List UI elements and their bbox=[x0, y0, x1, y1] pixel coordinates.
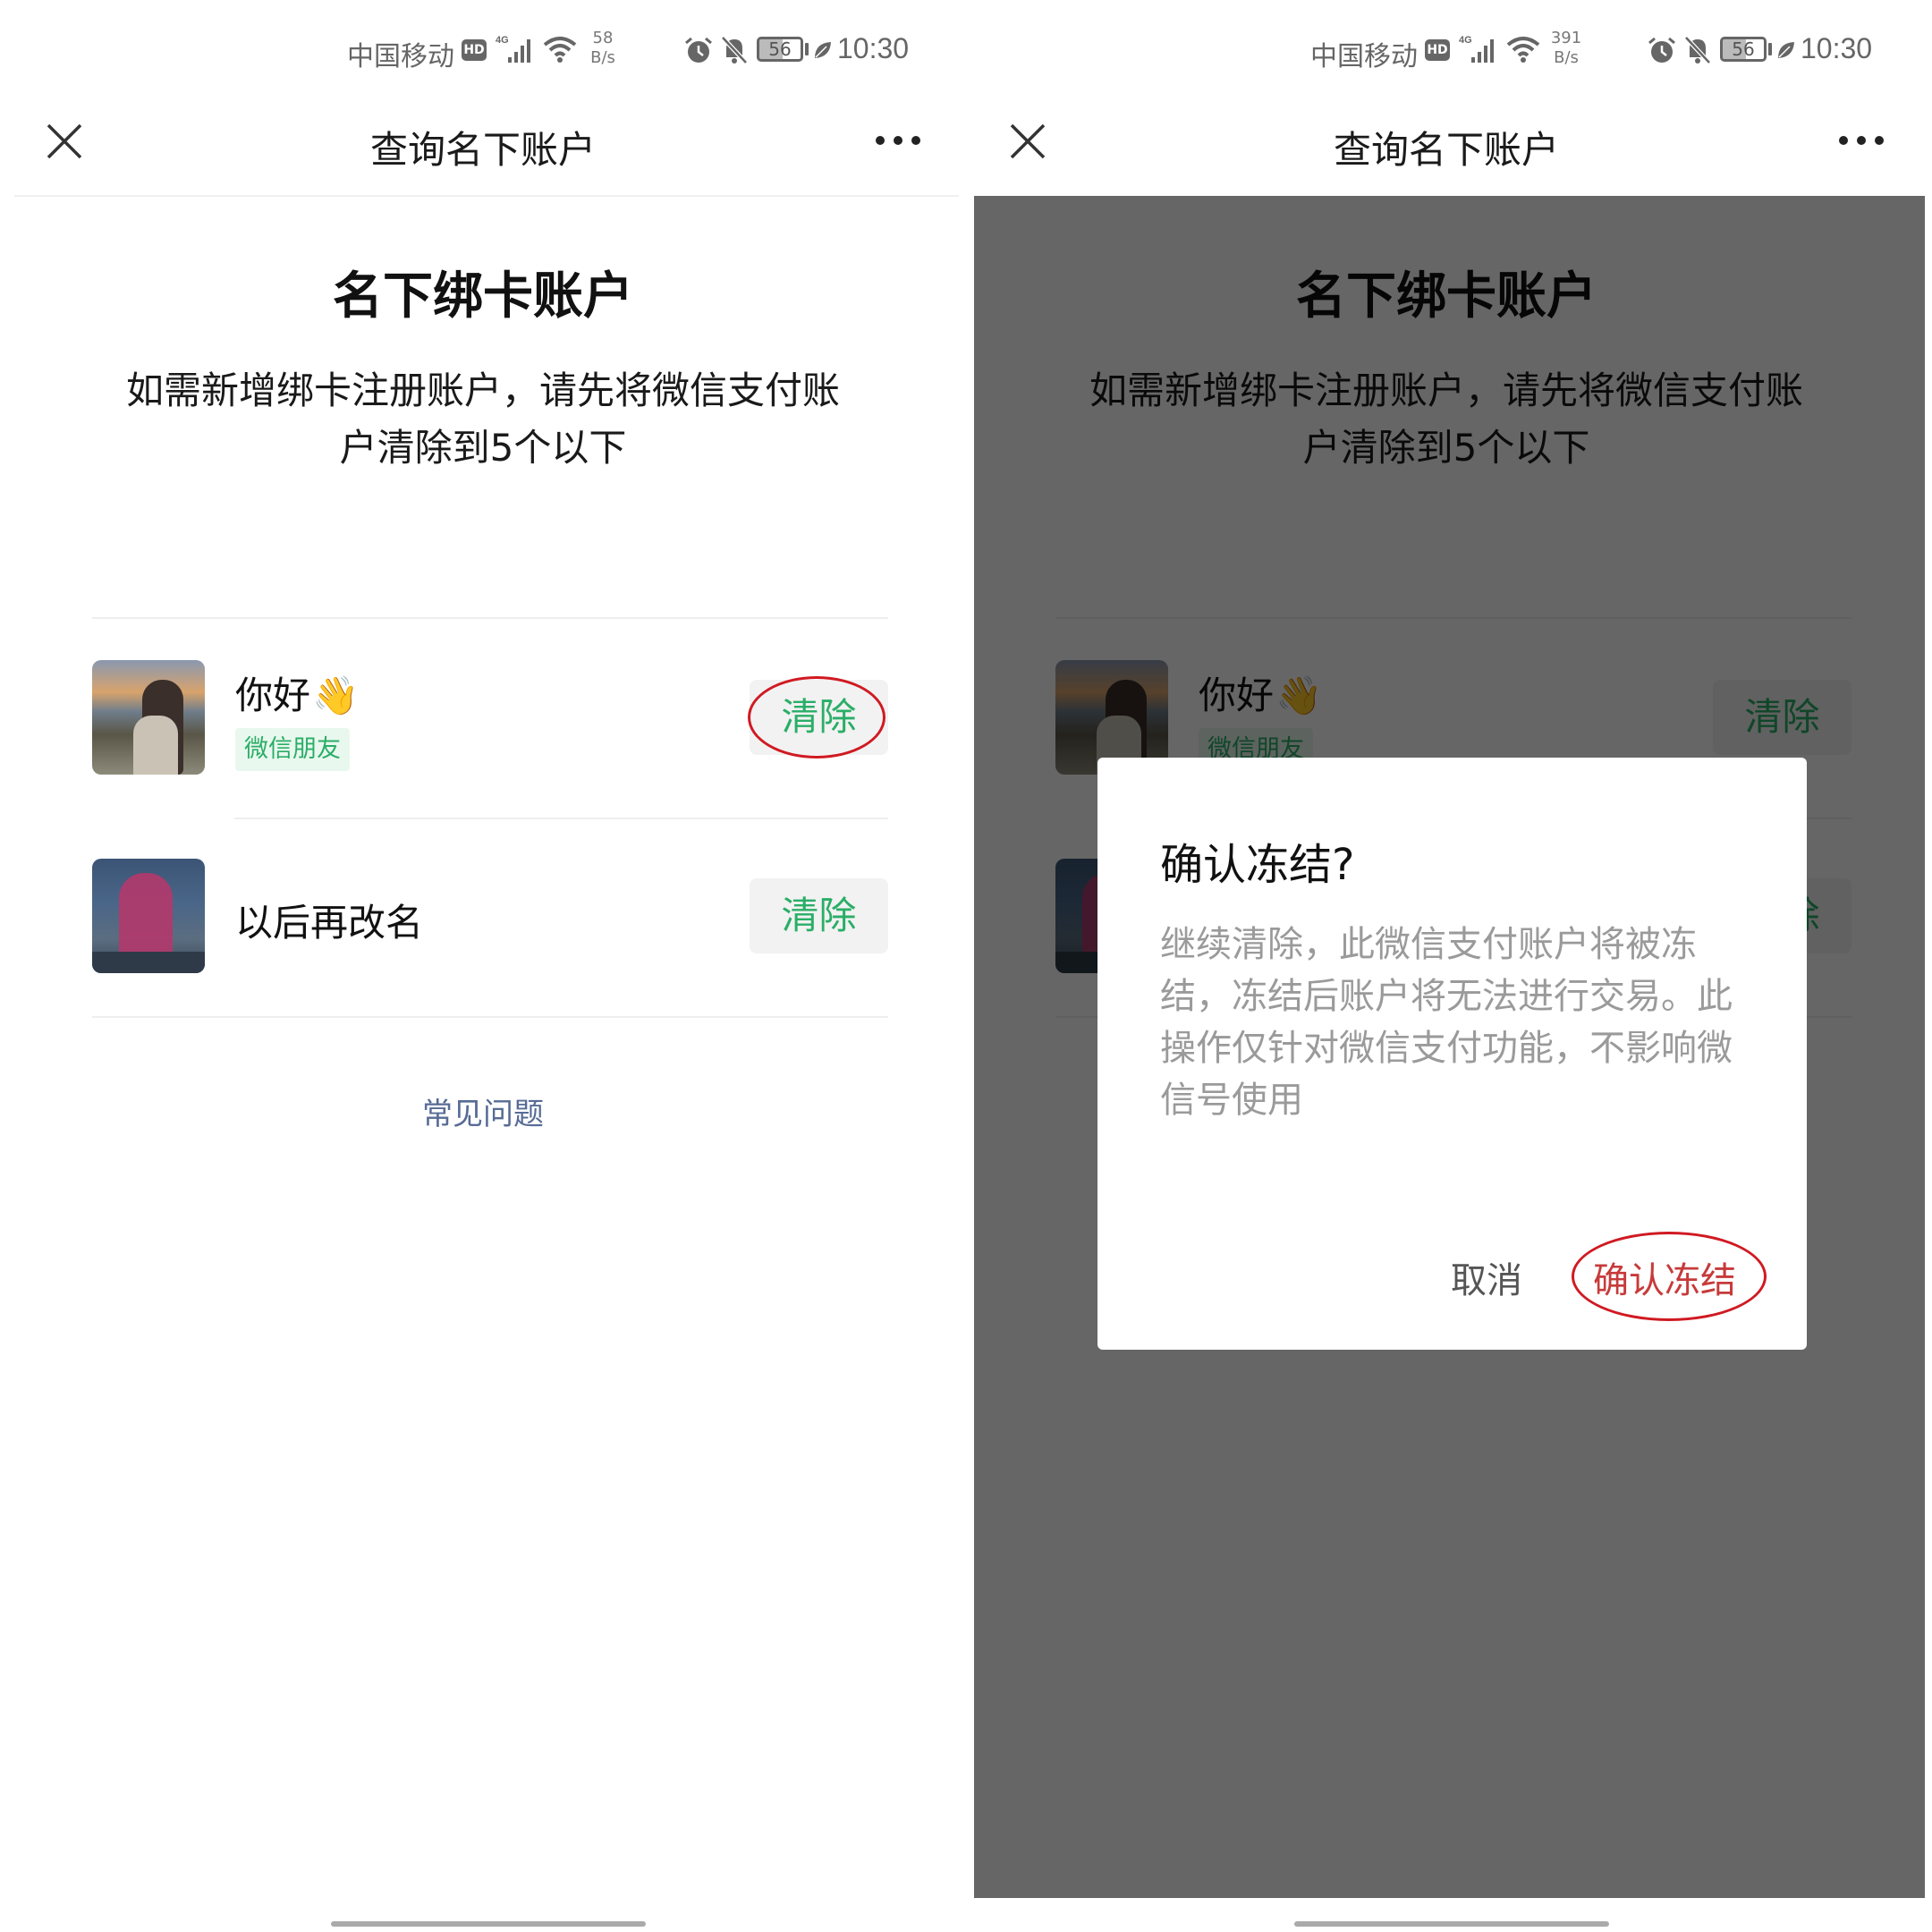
list-divider bbox=[92, 1016, 888, 1018]
dialog-message: 继续清除，此微信支付账户将被冻结，冻结后账户将无法进行交易。此操作仅针对微信支付… bbox=[1160, 924, 1733, 1121]
status-bar: 中国移动 HD 4G 391 B/s 56 10:30 bbox=[963, 27, 1929, 77]
nav-bar: 查询名下账户 bbox=[963, 100, 1929, 195]
list-divider bbox=[234, 818, 888, 819]
battery-tip bbox=[1768, 43, 1772, 55]
account-row: 以后再改名 清除 bbox=[92, 859, 888, 975]
subtitle-line: 户清除到5个以下 bbox=[339, 426, 627, 470]
account-name: 以后再改名 bbox=[235, 901, 424, 945]
status-bar: 中国移动 HD 4G 58 B/s 56 10:30 bbox=[0, 27, 966, 77]
clock-time: 10:30 bbox=[837, 32, 910, 64]
more-icon[interactable] bbox=[871, 127, 925, 154]
battery-tip bbox=[805, 43, 809, 55]
alarm-icon bbox=[1648, 37, 1675, 63]
clear-button[interactable]: 清除 bbox=[750, 680, 888, 755]
hd-badge: HD bbox=[462, 39, 487, 61]
screen-left: 中国移动 HD 4G 58 B/s 56 10:30 查询名下账户 名下绑卡账户… bbox=[0, 0, 966, 1932]
svg-text:4G: 4G bbox=[1459, 35, 1472, 46]
clock-time: 10:30 bbox=[1801, 32, 1873, 64]
faq-link[interactable]: 常见问题 bbox=[0, 1089, 966, 1133]
more-icon[interactable] bbox=[1835, 127, 1888, 154]
subtitle-line: 如需新增绑卡注册账户，请先将微信支付账 bbox=[125, 369, 840, 412]
wechat-friend-tag: 微信朋友 bbox=[235, 728, 350, 771]
home-indicator[interactable] bbox=[331, 1921, 646, 1927]
mute-bell-icon bbox=[1684, 36, 1711, 64]
signal-icon: 4G bbox=[496, 35, 530, 63]
network-speed: 391 B/s bbox=[1550, 29, 1582, 68]
battery-icon: 56 bbox=[757, 37, 803, 62]
avatar bbox=[92, 660, 205, 775]
network-speed: 58 B/s bbox=[587, 29, 619, 68]
wifi-icon bbox=[1506, 37, 1540, 63]
dialog-title: 确认冻结? bbox=[1160, 840, 1355, 890]
mute-bell-icon bbox=[721, 36, 748, 64]
account-name: 你好👋 bbox=[235, 665, 359, 720]
home-indicator[interactable] bbox=[1294, 1921, 1609, 1927]
wifi-icon bbox=[543, 37, 577, 63]
alarm-icon bbox=[685, 37, 712, 63]
account-row: 你好👋 微信朋友 清除 bbox=[92, 660, 888, 776]
cancel-button[interactable]: 取消 bbox=[1451, 1251, 1522, 1303]
carrier-name: 中国移动 bbox=[1310, 41, 1418, 72]
speed-unit: B/s bbox=[590, 48, 615, 67]
signal-icon: 4G bbox=[1459, 35, 1494, 63]
leaf-icon bbox=[815, 42, 831, 58]
hd-badge: HD bbox=[1425, 39, 1450, 61]
list-divider bbox=[92, 617, 888, 619]
nav-title: 查询名下账户 bbox=[1333, 128, 1559, 172]
waving-hand-icon: 👋 bbox=[312, 674, 360, 717]
confirm-freeze-dialog: 确认冻结? 继续清除，此微信支付账户将被冻结，冻结后账户将无法进行交易。此操作仅… bbox=[1097, 758, 1807, 1350]
confirm-freeze-button[interactable]: 确认冻结 bbox=[1593, 1251, 1736, 1303]
svg-text:4G: 4G bbox=[496, 35, 509, 46]
nav-title: 查询名下账户 bbox=[369, 128, 596, 172]
nav-divider bbox=[14, 195, 959, 197]
leaf-icon bbox=[1778, 42, 1794, 58]
carrier-name: 中国移动 bbox=[347, 41, 454, 72]
nav-bar: 查询名下账户 bbox=[0, 100, 966, 197]
battery-icon: 56 bbox=[1720, 37, 1767, 62]
page-title: 名下绑卡账户 bbox=[333, 267, 633, 326]
speed-value: 58 bbox=[592, 29, 614, 47]
page-subtitle: 如需新增绑卡注册账户，请先将微信支付账 户清除到5个以下 bbox=[98, 362, 868, 477]
speed-value: 391 bbox=[1550, 29, 1582, 47]
speed-unit: B/s bbox=[1554, 48, 1579, 67]
screen-right: 中国移动 HD 4G 391 B/s 56 10:30 查询名下账户 确认冻结?… bbox=[963, 0, 1929, 1932]
clear-button[interactable]: 清除 bbox=[750, 878, 888, 953]
account-name-text: 你好 bbox=[235, 674, 311, 717]
avatar bbox=[92, 859, 205, 973]
